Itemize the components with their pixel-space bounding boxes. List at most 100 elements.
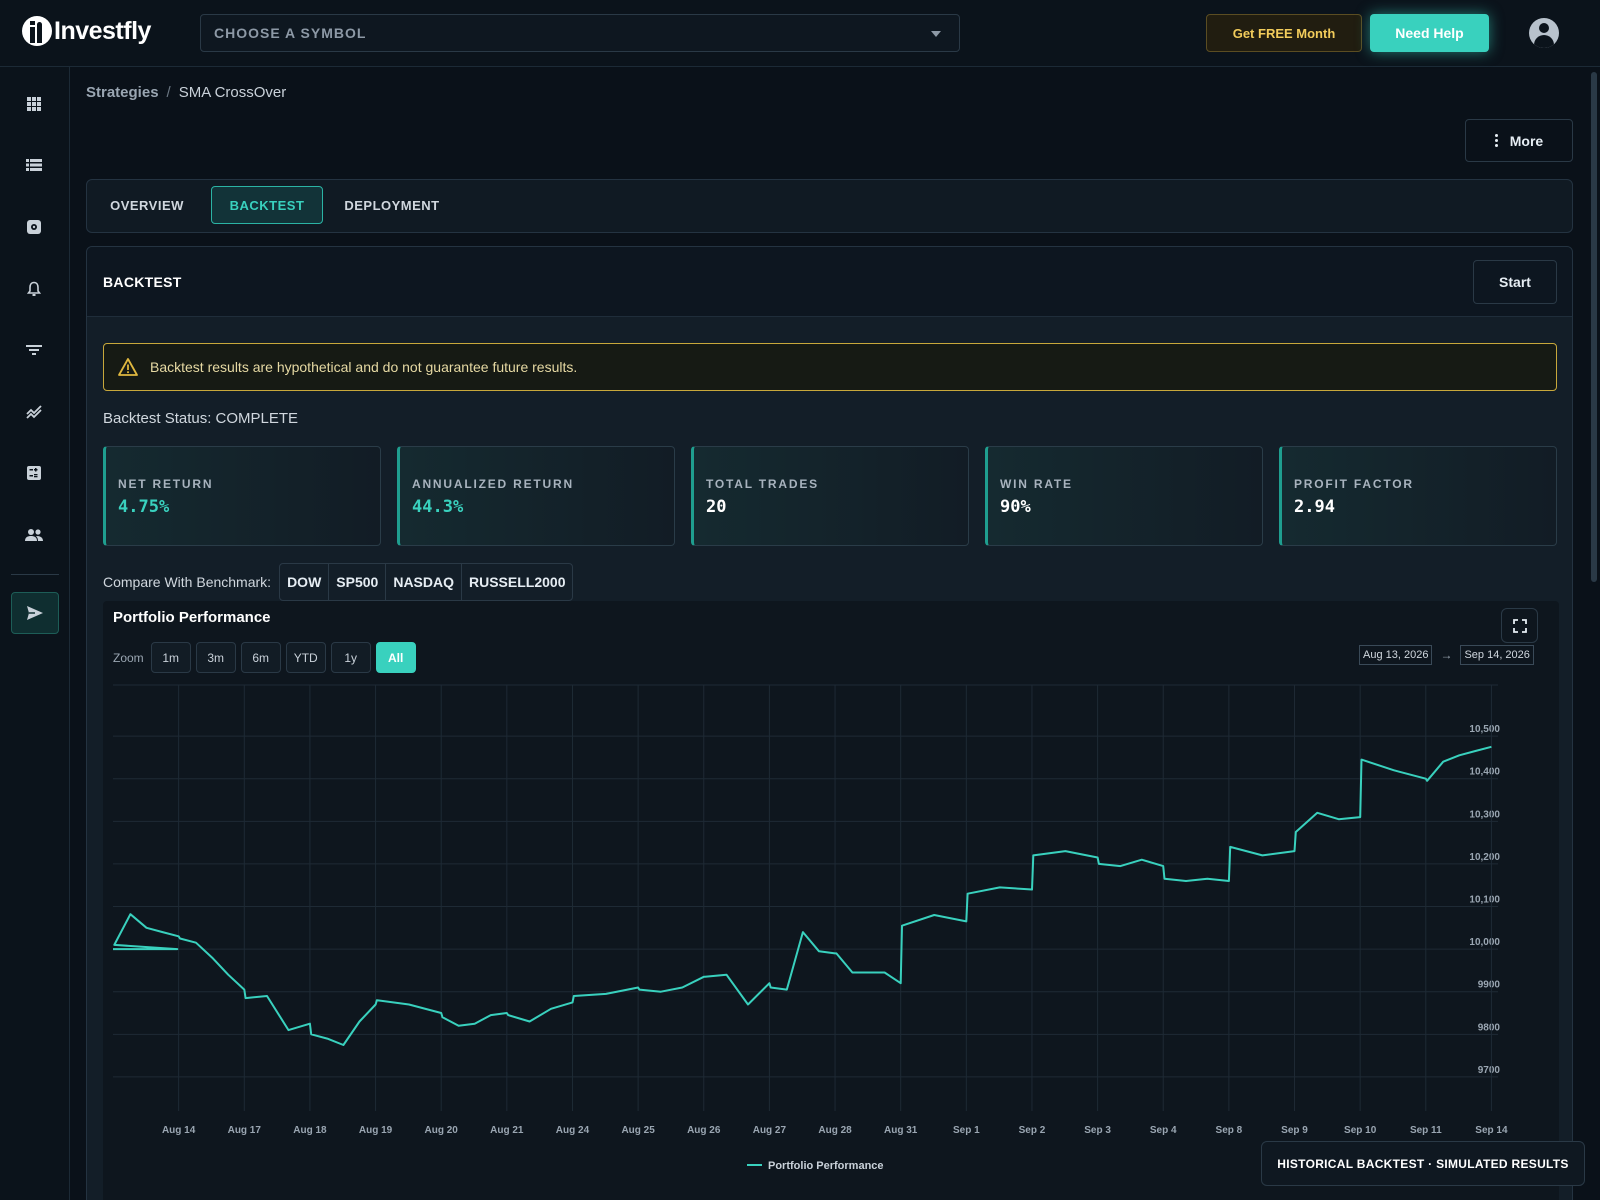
x-tick-label: Sep 1: [953, 1125, 980, 1136]
zoom-1m-button[interactable]: 1m: [150, 642, 191, 673]
logo[interactable]: Investfly: [22, 16, 151, 46]
zoom-3m-button[interactable]: 3m: [195, 642, 236, 673]
strategy-tabs: OVERVIEW BACKTEST DEPLOYMENT: [86, 179, 1573, 233]
filter-icon[interactable]: [22, 338, 46, 362]
more-button-label: More: [1509, 132, 1544, 149]
range-from-input[interactable]: Aug 13, 2026: [1359, 645, 1433, 665]
y-tick-label: 10,100: [1469, 895, 1500, 906]
y-tick-label: 10,500: [1469, 724, 1500, 735]
benchmark-button-group: DOW SP500 NASDAQ RUSSELL2000: [279, 563, 574, 601]
x-tick-label: Aug 17: [228, 1125, 262, 1136]
zoom-6m-button[interactable]: 6m: [240, 642, 281, 673]
benchmark-nasdaq-button[interactable]: NASDAQ: [386, 564, 462, 600]
benchmark-dow-button[interactable]: DOW: [280, 564, 330, 600]
user-avatar-icon[interactable]: [1529, 18, 1559, 48]
sidebar-divider: [11, 574, 59, 575]
metric-value: 90%: [1000, 497, 1031, 517]
need-help-button[interactable]: Need Help: [1370, 14, 1489, 52]
top-bar: Investfly CHOOSE A SYMBOL Get FREE Month…: [0, 0, 1600, 67]
x-tick-label: Aug 24: [556, 1125, 590, 1136]
metric-label: WIN RATE: [1000, 477, 1073, 491]
breadcrumb-separator: /: [166, 84, 171, 101]
metric-win-rate: WIN RATE 90%: [985, 446, 1263, 546]
apps-icon[interactable]: [22, 92, 46, 116]
y-tick-label: 9800: [1478, 1022, 1501, 1033]
backtest-panel-header: BACKTEST Start: [87, 247, 1572, 317]
x-tick-label: Sep 14: [1475, 1125, 1508, 1136]
backtest-status: Backtest Status: COMPLETE: [103, 410, 299, 427]
simulated-results-badge: HISTORICAL BACKTEST · SIMULATED RESULTS: [1261, 1141, 1585, 1186]
logo-text: Investfly: [54, 16, 151, 45]
start-button[interactable]: Start: [1473, 260, 1557, 304]
metric-value: 20: [706, 497, 727, 517]
people-icon[interactable]: [22, 523, 46, 547]
list-icon[interactable]: [22, 153, 46, 177]
chevron-down-icon: [931, 31, 941, 37]
breadcrumb: Strategies / SMA CrossOver: [86, 84, 286, 101]
x-tick-label: Aug 25: [621, 1125, 655, 1136]
y-tick-label: 10,200: [1469, 852, 1500, 863]
backtest-panel: BACKTEST Start Backtest results are hypo…: [86, 246, 1573, 1200]
metric-label: NET RETURN: [118, 477, 214, 491]
trending-icon[interactable]: [22, 400, 46, 424]
benchmark-compare: Compare With Benchmark: DOW SP500 NASDAQ…: [103, 563, 574, 601]
more-vertical-icon: [1494, 134, 1498, 147]
x-tick-label: Sep 10: [1344, 1125, 1377, 1136]
more-button[interactable]: More: [1465, 119, 1573, 162]
zoom-controls: Zoom 1m 3m 6m YTD 1y All: [113, 642, 416, 673]
metric-value: 2.94: [1294, 497, 1335, 517]
calculator-icon[interactable]: [22, 461, 46, 485]
zoom-all-button[interactable]: All: [375, 642, 416, 673]
breadcrumb-strategies-link[interactable]: Strategies: [86, 84, 159, 101]
symbol-select[interactable]: CHOOSE A SYMBOL: [200, 14, 960, 52]
page-scrollbar-thumb[interactable]: [1591, 72, 1597, 582]
zoom-label: Zoom: [113, 650, 144, 665]
x-tick-label: Sep 9: [1281, 1125, 1308, 1136]
metric-label: PROFIT FACTOR: [1294, 477, 1414, 491]
metric-profit-factor: PROFIT FACTOR 2.94: [1279, 446, 1557, 546]
zoom-ytd-button[interactable]: YTD: [285, 642, 326, 673]
warning-icon: [118, 358, 138, 376]
breadcrumb-current: SMA CrossOver: [178, 84, 287, 101]
tab-deployment[interactable]: DEPLOYMENT: [340, 186, 444, 224]
x-tick-label: Aug 18: [293, 1125, 327, 1136]
disclaimer-alert: Backtest results are hypothetical and do…: [103, 343, 1557, 391]
fullscreen-icon: [1512, 618, 1527, 633]
chart-plot-area[interactable]: 9700 9800 9900 10,000 10,100 10,200 10,300 10,4…: [103, 601, 1559, 1200]
portfolio-chart: 9700 9800 9900 10,000 10,100 10,200 10,300 10,4…: [103, 601, 1559, 1200]
x-tick-label: Sep 3: [1084, 1125, 1111, 1136]
metric-value: 44.3%: [412, 497, 464, 517]
x-tick-label: Sep 11: [1410, 1125, 1442, 1136]
range-to-input[interactable]: Sep 14, 2026: [1460, 645, 1534, 665]
send-icon[interactable]: [11, 592, 59, 634]
tab-overview[interactable]: OVERVIEW: [101, 186, 193, 224]
x-tick-label: Aug 28: [818, 1125, 852, 1136]
get-free-month-button[interactable]: Get FREE Month: [1206, 14, 1362, 52]
x-tick-label: Aug 20: [425, 1125, 459, 1136]
benchmark-sp500-button[interactable]: SP500: [329, 564, 387, 600]
legend-label: Portfolio Performance: [768, 1160, 884, 1172]
y-tick-label: 9900: [1478, 980, 1501, 991]
metric-value: 4.75%: [118, 497, 170, 517]
tab-backtest[interactable]: BACKTEST: [211, 186, 323, 224]
benchmark-russell2000-button[interactable]: RUSSELL2000: [462, 564, 572, 600]
metric-total-trades: TOTAL TRADES 20: [691, 446, 969, 546]
metric-label: TOTAL TRADES: [706, 477, 819, 491]
metric-annualized-return: ANNUALIZED RETURN 44.3%: [397, 446, 675, 546]
x-tick-label: Aug 19: [359, 1125, 393, 1136]
x-tick-label: Sep 4: [1150, 1125, 1177, 1136]
bell-icon[interactable]: [22, 277, 46, 301]
settings-gear-icon[interactable]: [22, 215, 46, 239]
zoom-1y-button[interactable]: 1y: [330, 642, 371, 673]
date-range: Aug 13, 2026 → Sep 14, 2026: [1359, 645, 1534, 665]
y-tick-label: 10,400: [1469, 767, 1500, 778]
series-line-portfolio-performance: [113, 745, 1492, 1046]
x-tick-label: Sep 8: [1216, 1125, 1243, 1136]
arrow-right-icon: →: [1440, 648, 1453, 662]
disclaimer-text: Backtest results are hypothetical and do…: [150, 359, 578, 375]
fullscreen-button[interactable]: [1501, 608, 1538, 643]
x-tick-label: Aug 27: [753, 1125, 787, 1136]
x-tick-label: Aug 21: [490, 1125, 524, 1136]
metric-label: ANNUALIZED RETURN: [412, 477, 574, 491]
y-tick-label: 9700: [1478, 1065, 1501, 1076]
